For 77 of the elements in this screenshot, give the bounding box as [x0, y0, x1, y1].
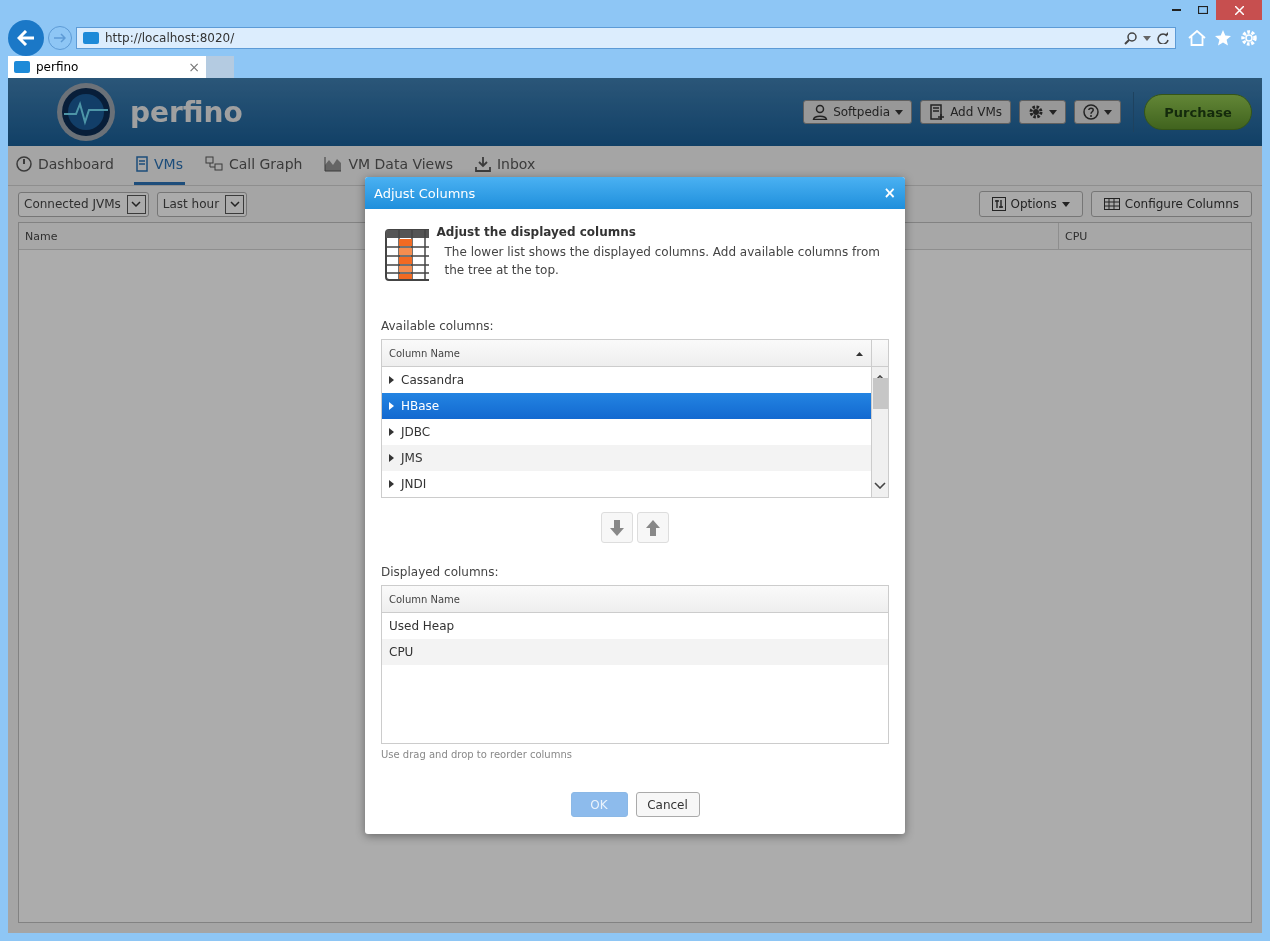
section-label: Available columns: [381, 319, 495, 333]
move-up-button[interactable] [637, 512, 669, 543]
column-header[interactable]: Column Name [382, 586, 888, 612]
dialog-heading: Adjust the displayed columns [436, 225, 637, 239]
chevron-down-icon [131, 201, 142, 207]
minimize-icon[interactable] [1171, 9, 1181, 11]
user-icon [812, 104, 829, 120]
tab-close-button[interactable]: × [188, 59, 200, 75]
caret-icon [1049, 109, 1057, 115]
tree-row[interactable]: HBase [382, 393, 871, 419]
expand-arrow-icon[interactable] [389, 376, 394, 384]
close-button[interactable] [1216, 0, 1262, 20]
cancel-button[interactable]: Cancel [635, 792, 700, 817]
dialog-description: The lower list shows the displayed columns. Add available columns from the tree at the top. [443, 244, 881, 279]
row-label: HBase [401, 399, 440, 413]
hint-text: Use drag and drop to reorder columns [381, 749, 573, 760]
scroll-down-icon[interactable] [874, 482, 886, 489]
browser-tab[interactable]: perfino × [8, 56, 206, 78]
toolbar-button[interactable]: Configure Columns [1090, 191, 1252, 217]
gauge-icon [16, 156, 32, 172]
toolbar-button[interactable]: Options [978, 191, 1083, 217]
arrow-up-icon [646, 519, 660, 536]
nav-tab[interactable]: Inbox [472, 146, 538, 185]
area-chart-icon [324, 156, 343, 172]
arrow-down-icon [610, 519, 624, 536]
document-plus-icon [929, 104, 946, 120]
row-label: JMS [401, 451, 423, 465]
caret-icon [1143, 35, 1151, 41]
row-label: JNDI [401, 477, 427, 491]
row-label: JDBC [401, 425, 431, 439]
url-text: http://localhost:8020/ [105, 31, 236, 45]
nav-tab[interactable]: Call Graph [202, 146, 305, 185]
row-label: Cassandra [401, 373, 465, 387]
dialog-title: Adjust Columns [374, 185, 477, 201]
forward-arrow-icon [54, 33, 66, 43]
settings-icon [1028, 104, 1044, 120]
back-arrow-icon [17, 30, 35, 46]
nav-tab[interactable]: VMs [133, 146, 185, 185]
hierarchy-icon [204, 156, 223, 172]
star-icon[interactable] [1214, 29, 1232, 47]
close-icon [1234, 5, 1244, 15]
address-bar[interactable]: http://localhost:8020/ [76, 27, 1176, 49]
header-button[interactable]: Add VMs [920, 100, 1011, 124]
move-down-button[interactable] [601, 512, 633, 543]
list-row[interactable]: CPU [382, 639, 888, 665]
caret-icon [1061, 201, 1070, 207]
nav-tab[interactable]: VM Data Views [322, 146, 455, 185]
logo-text: perfino [130, 95, 244, 129]
dropdown-select[interactable]: Connected JVMs [18, 191, 149, 217]
sliders-icon [991, 197, 1006, 211]
expand-arrow-icon[interactable] [389, 428, 394, 436]
search-icon[interactable] [1124, 31, 1137, 45]
dropdown-select[interactable]: Last hour [156, 191, 248, 217]
icon-button[interactable] [1074, 100, 1121, 124]
caret-icon [895, 109, 904, 115]
server-icon [135, 156, 148, 172]
column-header[interactable]: CPU [1058, 223, 1251, 249]
header-button[interactable]: Softpedia [803, 100, 913, 124]
expand-arrow-icon[interactable] [389, 454, 394, 462]
maximize-icon[interactable] [1198, 6, 1208, 14]
nav-tab[interactable]: Dashboard [14, 146, 116, 185]
icon-button[interactable] [1019, 100, 1066, 124]
help-icon [1083, 104, 1099, 120]
tab-title: perfino [36, 60, 80, 74]
table-icon [1103, 198, 1120, 210]
expand-arrow-icon[interactable] [389, 480, 394, 488]
refresh-icon[interactable] [1157, 32, 1169, 44]
tree-row[interactable]: JMS [382, 445, 871, 471]
chevron-down-icon [229, 201, 240, 207]
table-icon [385, 229, 429, 281]
logo-icon [56, 82, 116, 142]
caret-icon [1104, 109, 1112, 115]
scroll-thumb[interactable] [872, 378, 888, 409]
sort-caret-icon [856, 352, 863, 356]
back-button[interactable] [8, 20, 44, 56]
download-icon [474, 156, 491, 172]
section-label: Displayed columns: [381, 565, 500, 579]
